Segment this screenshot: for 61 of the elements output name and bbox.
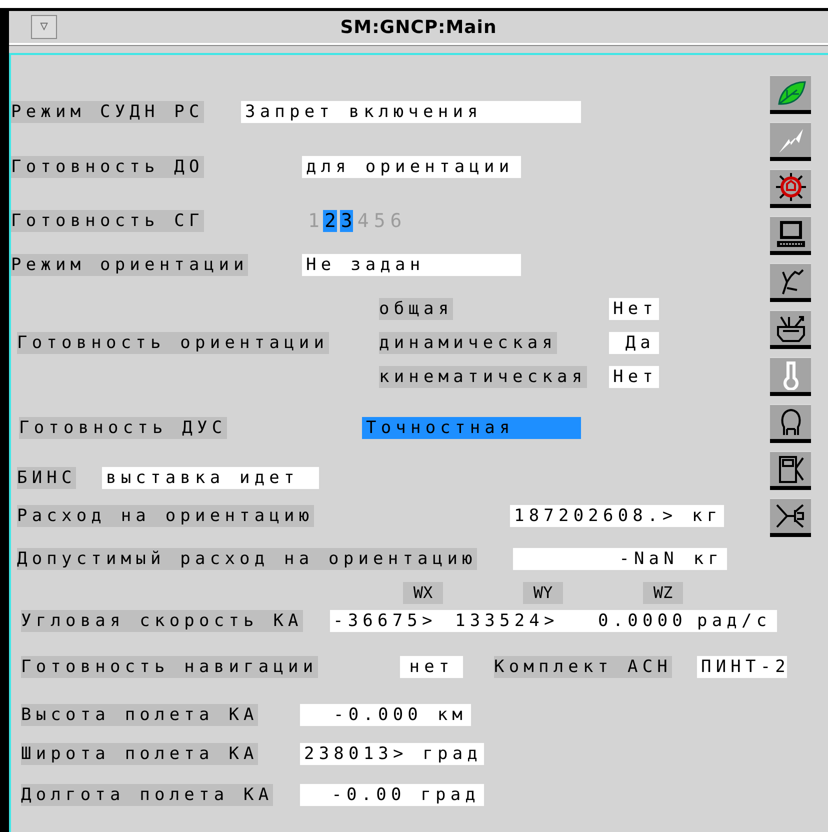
field-label: Готовность ориентации [17,332,329,354]
icon-button[interactable] [770,263,811,302]
value-field: выставка идет [102,467,319,489]
field-label: динамическая [379,332,558,354]
field-label: Долгота полета КА [21,784,274,806]
value-field: для ориентации [302,156,521,178]
value-text: -36675> [332,610,438,632]
field-label: Готовность ДУС [19,417,227,439]
icon-button[interactable] [770,216,811,255]
value-text: 0.0000 [596,610,687,632]
value-field: 187202608.> кг [510,505,724,527]
value-field: -NaN кг [513,548,727,570]
icon-button[interactable] [770,75,811,114]
field-label: БИНС [17,467,76,489]
value-field: Нет [609,298,659,320]
digit-indicator: 3 [340,210,354,232]
field-label: Широта полета КА [21,743,258,765]
value-field: Не задан [302,254,521,276]
field-label: Готовность СГ [11,210,204,232]
icon-button[interactable] [770,451,811,490]
value-field: -0.00 град [300,784,484,806]
axis-label: WY [523,582,563,604]
computer-icon [774,219,806,249]
menu-button[interactable]: ▽ [31,15,57,39]
value-text: 133524> [454,610,560,632]
field-label: кинематическая [379,366,587,388]
value-field: Нет [609,366,659,388]
value-field: Запрет включения [241,101,581,123]
field-label: Режим СУДН РС [11,101,204,123]
field-label: Допустимый расход на ориентацию [17,548,477,570]
sun-icon [774,172,806,202]
field-label: Высота полета КА [21,704,258,726]
value-field: ПИНТ-2 [697,656,787,678]
unit-text: рад/с [697,610,772,632]
icon-button[interactable] [770,498,811,537]
field-label: Режим ориентации [11,254,248,276]
digit-indicator: 4 [356,210,370,232]
digit-indicator: 5 [372,210,386,232]
field-label: Комплект АСН [494,656,672,678]
axis-label: WZ [643,582,683,604]
machine-icon [774,313,806,343]
value-field: Точностная [362,417,581,439]
field-label: Готовность ДО [11,156,204,178]
value-field: -0.000 км [300,704,471,726]
field-label: Угловая скорость КА [21,610,303,632]
axis-label: WX [403,582,443,604]
digit-indicator: 6 [389,210,403,232]
digit-indicator: 2 [323,210,337,232]
window-title: SM:GNCP:Main [340,16,497,38]
icon-button[interactable] [770,122,811,161]
field-label: Готовность навигации [21,656,318,678]
value-field: нет [400,656,463,678]
icon-button[interactable] [770,169,811,208]
value-field: Да [609,332,659,354]
field-label: Расход на ориентацию [17,505,314,527]
icon-button[interactable] [770,310,811,349]
value-field: 238013> град [300,743,484,765]
field-label: общая [379,298,454,320]
icon-button[interactable] [770,357,811,396]
digit-indicator: 1 [307,210,320,232]
icon-button[interactable] [770,404,811,443]
